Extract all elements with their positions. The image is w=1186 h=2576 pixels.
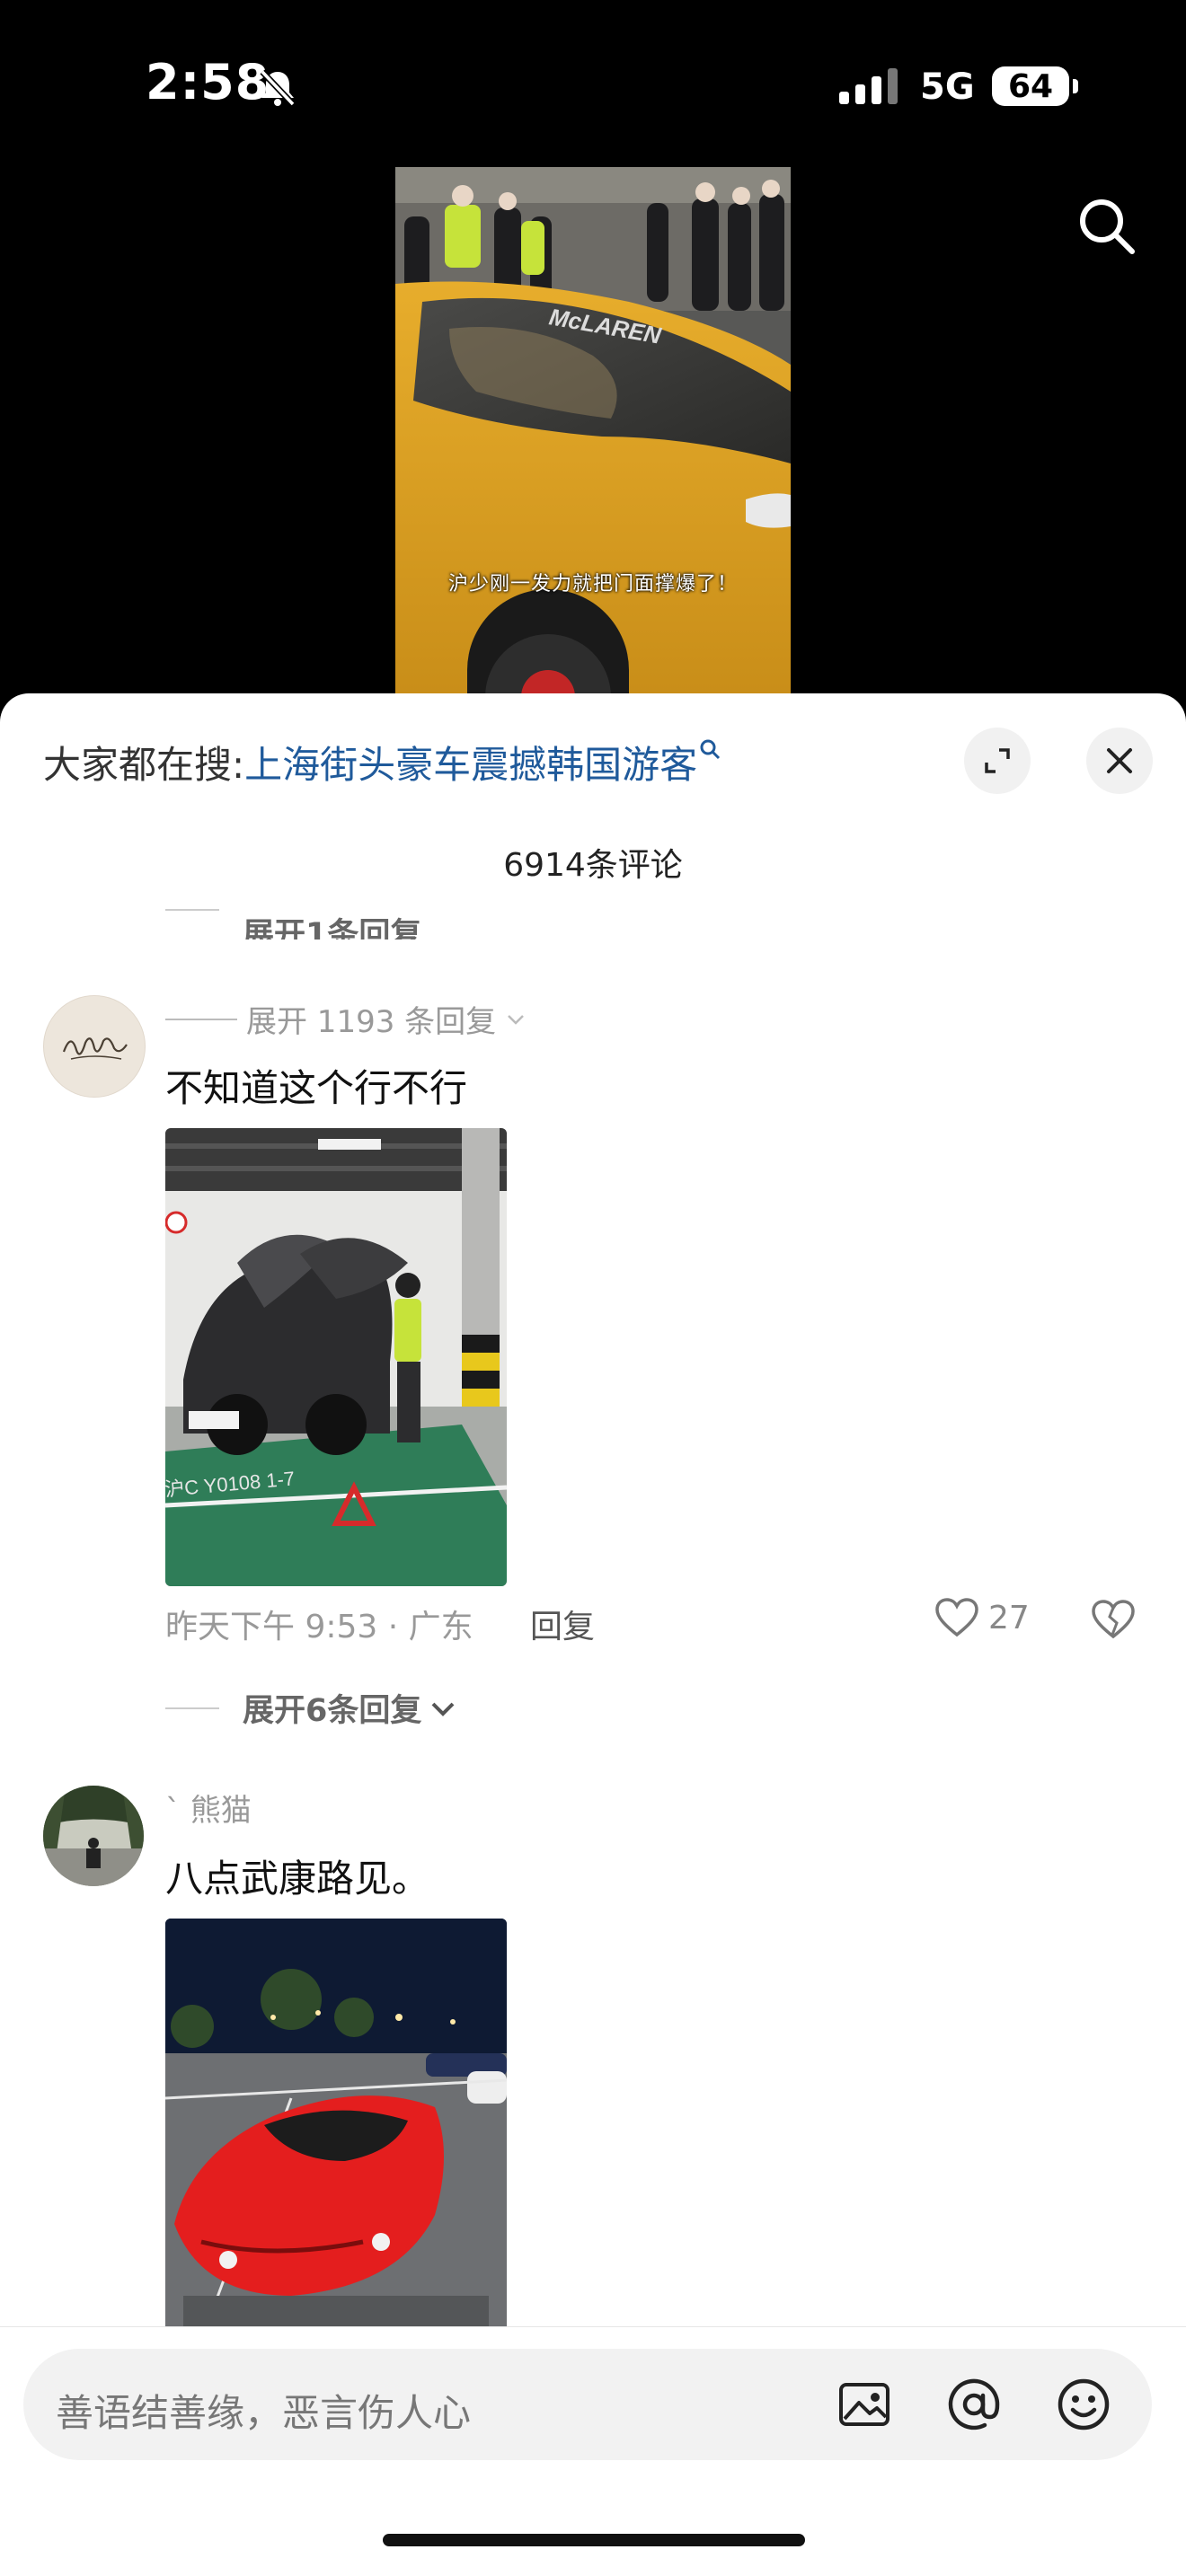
trending-prefix: 大家都在搜: (43, 743, 245, 787)
divider-dash (165, 909, 219, 911)
image-icon[interactable] (836, 2376, 893, 2433)
comment-sheet: 大家都在搜:上海街头豪车震撼韩国游客 6914条评论 展开1条回复 展开 119… (0, 693, 1186, 2576)
comment-username[interactable]: ` 熊猫 (165, 1786, 252, 1830)
motorcycle-avatar-image (43, 1786, 144, 1886)
like-button[interactable]: 27 (934, 1597, 1030, 1638)
expand-replies-label: 展开6条回复 (243, 1693, 422, 1729)
comment-image[interactable]: 沪C Y0108 1-7 (165, 1128, 507, 1586)
battery-indicator: 64 (992, 66, 1069, 106)
car-garage-photo: 沪C Y0108 1-7 (165, 1128, 507, 1586)
expand-replies-partial[interactable]: 展开1条回复 (165, 909, 421, 940)
video-frame-image: McLAREN (395, 167, 791, 706)
username-text: 展开 1193 条回复 (246, 1004, 497, 1040)
comment-username[interactable]: 展开 1193 条回复 (165, 997, 527, 1041)
close-sheet-button[interactable] (1086, 728, 1153, 794)
trending-query-link[interactable]: 上海街头豪车震撼韩国游客 (244, 743, 697, 787)
red-ferrari-photo (165, 1919, 507, 2341)
home-indicator (383, 2534, 805, 2546)
trending-search[interactable]: 大家都在搜:上海街头豪车震撼韩国游客 (43, 735, 722, 790)
comment-count: 6914条评论 (503, 847, 683, 884)
comment-input-placeholder: 善语结善缘，恶言伤人心 (56, 2391, 472, 2435)
at-icon[interactable] (945, 2376, 1003, 2433)
battery-nub (1073, 79, 1078, 93)
comment-input[interactable]: 善语结善缘，恶言伤人心 (23, 2349, 1152, 2460)
expand-replies-button[interactable]: 展开6条回复 (165, 1685, 457, 1731)
like-count: 27 (988, 1599, 1030, 1636)
network-type: 5G (920, 66, 975, 108)
screen: 2:58 5G 64 McLAREN 沪少刚一发力就把门面撑爆了！ 大家都在搜:… (0, 0, 1186, 2576)
avatar[interactable] (43, 1786, 144, 1886)
divider-dash (165, 1707, 219, 1709)
avatar[interactable] (43, 995, 146, 1098)
expand-icon (985, 748, 1010, 773)
comment-input-bar: 善语结善缘，恶言伤人心 (0, 2326, 1186, 2576)
comment-text: 不知道这个行不行 (165, 1066, 468, 1110)
heart-icon (935, 1598, 978, 1637)
divider-dash (165, 1018, 237, 1020)
comment-image[interactable] (165, 1919, 507, 2341)
reply-button[interactable]: 回复 (530, 1601, 595, 1647)
comment-text: 八点武康路见。 (165, 1857, 430, 1901)
broken-heart-icon[interactable] (1091, 1599, 1136, 1640)
bell-slash-icon (260, 69, 296, 107)
expand-sheet-button[interactable] (964, 728, 1031, 794)
search-icon (700, 739, 721, 760)
cellular-signal-icon (839, 68, 898, 104)
video-player[interactable]: McLAREN 沪少刚一发力就把门面撑爆了！ (395, 167, 791, 706)
chevron-down-icon (431, 1702, 455, 1716)
chevron-down-icon (508, 1014, 525, 1025)
search-icon[interactable] (1075, 194, 1139, 259)
signature-avatar-image (62, 1037, 128, 1060)
status-time: 2:58 (146, 54, 270, 110)
comment-meta: 昨天下午 9:53 · 广东 (165, 1609, 474, 1645)
video-caption: 沪少刚一发力就把门面撑爆了！ (447, 573, 738, 595)
close-icon (1107, 748, 1132, 773)
emoji-icon[interactable] (1055, 2376, 1112, 2433)
expand-replies-label: 展开1条回复 (243, 917, 422, 940)
